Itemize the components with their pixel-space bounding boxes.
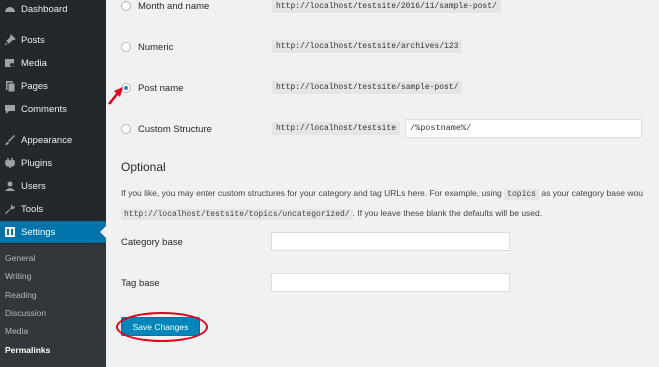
- menu-dashboard[interactable]: Dashboard: [0, 0, 106, 20]
- optional-heading: Optional: [121, 160, 166, 174]
- menu-label: Media: [21, 57, 47, 69]
- admin-sidebar: Dashboard Posts Media Pages Comments App…: [0, 0, 106, 367]
- menu-label: Settings: [21, 226, 56, 238]
- menu-users[interactable]: Users: [0, 175, 106, 197]
- menu-plugins[interactable]: Plugins: [0, 152, 106, 174]
- pin-icon: [4, 34, 16, 46]
- menu-label: Dashboard: [21, 3, 68, 15]
- radio-numeric[interactable]: [121, 42, 131, 52]
- category-base-label: Category base: [121, 237, 183, 248]
- category-base-input[interactable]: [271, 232, 510, 251]
- example-url: http://localhost/testsite: [272, 122, 401, 135]
- desc-text: . If you leave these blank the defaults …: [352, 208, 543, 218]
- annotation-circle: [116, 312, 208, 342]
- menu-label: Appearance: [21, 134, 73, 146]
- desc-code: topics: [504, 189, 539, 200]
- submenu-reading[interactable]: Reading: [5, 290, 37, 300]
- menu-label: Pages: [21, 80, 48, 92]
- submenu-writing[interactable]: Writing: [5, 271, 31, 281]
- option-numeric[interactable]: Numeric: [121, 39, 173, 55]
- submenu-general[interactable]: General: [5, 253, 35, 263]
- menu-comments[interactable]: Comments: [0, 98, 106, 120]
- option-post-name[interactable]: Post name: [121, 80, 183, 96]
- menu-label: Plugins: [21, 157, 53, 169]
- main-content: Month and name http://localhost/testsite…: [106, 0, 659, 367]
- plugin-icon: [5, 158, 15, 168]
- optional-description: If you like, you may enter custom struct…: [121, 184, 659, 224]
- brush-icon: [5, 135, 15, 145]
- menu-label: Posts: [21, 34, 45, 46]
- menu-pages[interactable]: Pages: [0, 75, 106, 97]
- annotation-arrow-icon: [108, 87, 123, 105]
- menu-settings[interactable]: Settings: [0, 221, 106, 243]
- pages-icon: [6, 81, 16, 92]
- desc-code: http://localhost/testsite/topics/uncateg…: [121, 209, 353, 220]
- comments-icon: [5, 105, 15, 114]
- desc-text: If you like, you may enter custom struct…: [121, 188, 502, 198]
- radio-month-name[interactable]: [121, 1, 131, 11]
- option-label: Custom Structure: [138, 123, 212, 135]
- settings-icon: [5, 227, 15, 237]
- media-icon: [5, 59, 14, 67]
- example-url: http://localhost/testsite/sample-post/: [272, 81, 463, 94]
- example-url: http://localhost/testsite/2016/11/sample…: [272, 0, 501, 13]
- submenu-discussion[interactable]: Discussion: [5, 308, 46, 318]
- menu-tools[interactable]: Tools: [0, 198, 106, 220]
- example-url: http://localhost/testsite/archives/123: [272, 40, 463, 53]
- option-label: Month and name: [138, 0, 210, 12]
- option-month-name[interactable]: Month and name: [121, 0, 209, 14]
- menu-appearance[interactable]: Appearance: [0, 129, 106, 151]
- desc-text: as your category base wou: [541, 188, 643, 198]
- settings-submenu: General Writing Reading Discussion Media…: [0, 244, 106, 367]
- menu-label: Tools: [21, 203, 44, 215]
- radio-custom[interactable]: [121, 124, 131, 134]
- wrench-icon: [5, 204, 16, 214]
- custom-structure-input[interactable]: /%postname%/: [405, 119, 642, 138]
- option-label: Post name: [138, 82, 184, 94]
- tag-base-input[interactable]: [271, 273, 510, 292]
- submenu-media[interactable]: Media: [5, 326, 28, 336]
- tag-base-label: Tag base: [121, 278, 160, 289]
- submenu-permalinks[interactable]: Permalinks: [5, 345, 50, 355]
- menu-media[interactable]: Media: [0, 52, 106, 74]
- option-custom[interactable]: Custom Structure: [121, 121, 212, 137]
- menu-label: Users: [21, 180, 46, 192]
- menu-posts[interactable]: Posts: [0, 29, 106, 51]
- option-label: Numeric: [138, 41, 174, 53]
- users-icon: [5, 181, 15, 191]
- menu-label: Comments: [21, 103, 67, 115]
- dashboard-icon: [5, 7, 15, 12]
